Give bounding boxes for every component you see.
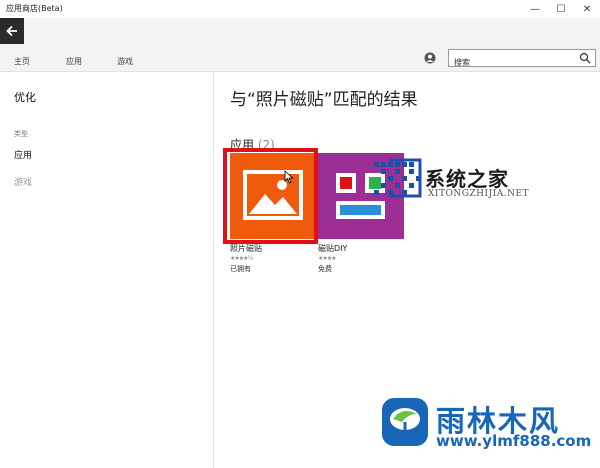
back-button[interactable]: [0, 18, 24, 44]
mouse-cursor-icon: [284, 170, 294, 184]
app-price-diy: 免费: [318, 265, 332, 273]
user-avatar-icon[interactable]: [424, 52, 436, 64]
selection-highlight: [223, 148, 318, 244]
watermark-url-top: XITONGZHIJIA.NET: [428, 189, 530, 199]
sidebar-item-games[interactable]: 游戏: [14, 175, 32, 188]
app-rating-photo: ★★★★½: [230, 255, 253, 262]
search-input[interactable]: [449, 54, 569, 71]
close-button[interactable]: ✕: [574, 0, 600, 18]
app-rating-diy: ★★★★: [318, 255, 336, 262]
app-price-photo: 已拥有: [230, 265, 251, 273]
sidebar-item-apps[interactable]: 应用: [14, 148, 32, 161]
arrow-left-icon: [6, 25, 17, 37]
sidebar-heading: 优化: [14, 91, 36, 104]
watermark-url-bottom: www.ylmf888.com: [436, 432, 592, 450]
search-box[interactable]: [448, 49, 596, 71]
window-controls: — ☐ ✕: [522, 0, 600, 18]
filter-sidebar: 优化 类型 应用 游戏: [0, 72, 214, 468]
search-icon[interactable]: [579, 52, 591, 64]
watermark-brand-top: 系统之家: [425, 167, 509, 191]
tab-games[interactable]: 游戏: [117, 56, 133, 67]
app-name-diy[interactable]: 磁贴DIY: [318, 243, 347, 254]
sidebar-type-label: 类型: [14, 130, 28, 138]
app-name-photo[interactable]: 照片磁贴: [230, 243, 262, 254]
back-bar: [0, 18, 600, 44]
maximize-button[interactable]: ☐: [548, 0, 574, 18]
window-title: 应用商店(Beta): [6, 4, 63, 13]
results-title: 与“照片磁贴”匹配的结果: [230, 90, 418, 110]
tab-apps[interactable]: 应用: [66, 56, 82, 67]
minimize-button[interactable]: —: [522, 0, 548, 18]
tab-home[interactable]: 主页: [14, 56, 30, 67]
watermark-leaf-logo-icon: [382, 398, 428, 446]
title-bar: 应用商店(Beta) — ☐ ✕: [0, 0, 600, 18]
